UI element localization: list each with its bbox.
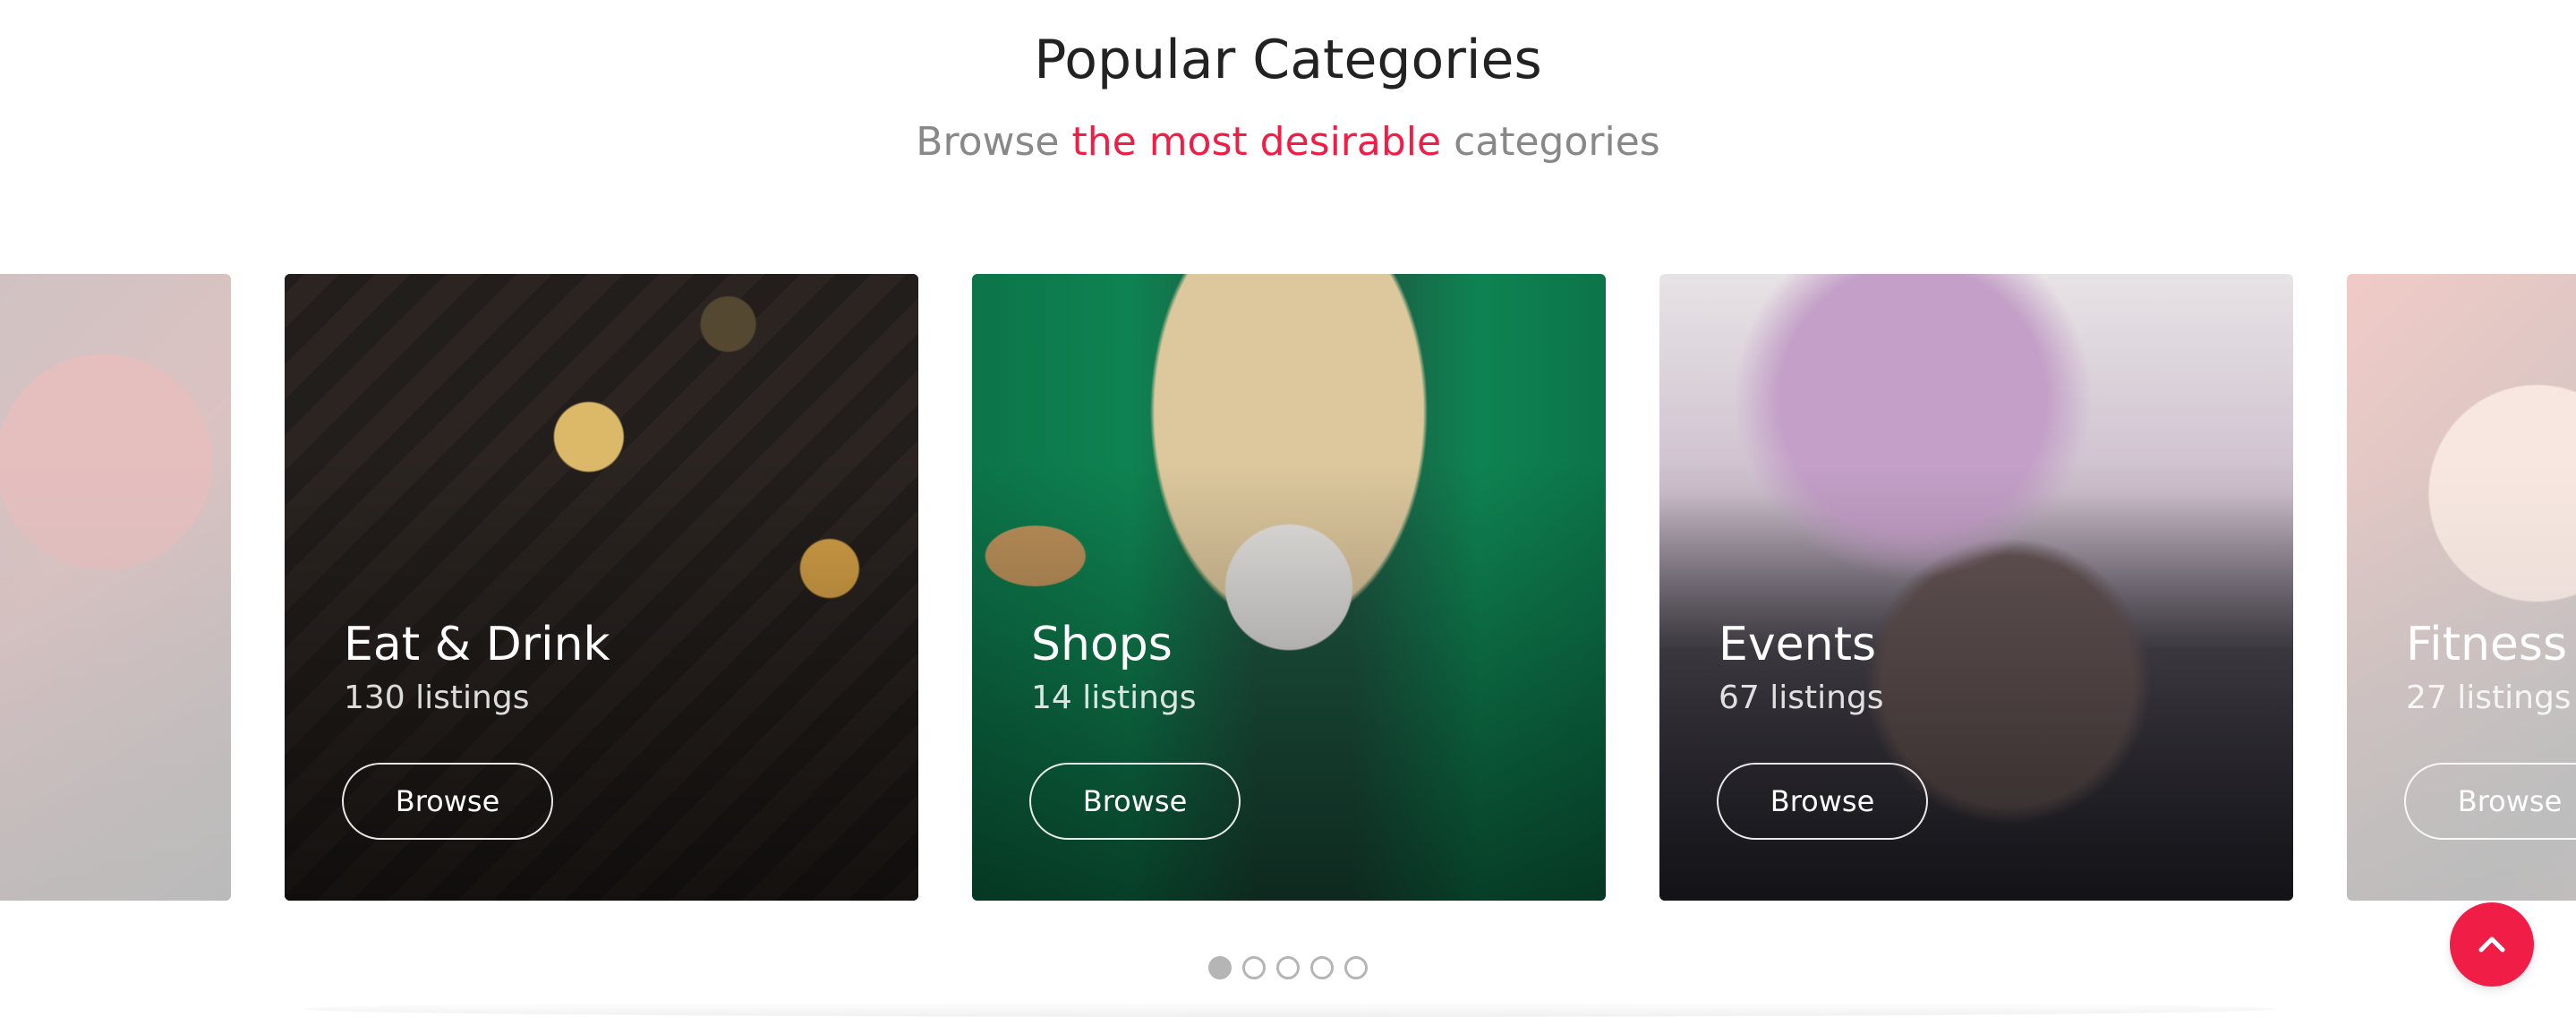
scroll-to-top-button[interactable] <box>2450 902 2534 987</box>
browse-button[interactable]: Browse <box>2404 763 2576 840</box>
section-heading: Popular Categories Browse the most desir… <box>0 20 2576 174</box>
subtitle-prefix: Browse <box>916 119 1060 165</box>
category-name: Events <box>1719 618 1877 671</box>
carousel-dot-4[interactable] <box>1310 956 1334 979</box>
listing-count: 67 listings <box>1719 679 1884 716</box>
card-content: Events 67 listings <box>1719 616 1884 720</box>
subtitle-highlight: the most desirable <box>1071 119 1442 165</box>
category-card-shops[interactable]: Shops 14 listings Browse <box>972 274 1606 901</box>
category-name: Shops <box>1031 618 1173 671</box>
carousel-dot-2[interactable] <box>1242 956 1266 979</box>
listing-count: 27 listings <box>2406 679 2572 716</box>
browse-button[interactable]: Browse <box>342 763 553 840</box>
browse-button[interactable]: Browse <box>1717 763 1928 840</box>
carousel-dot-5[interactable] <box>1344 956 1368 979</box>
listing-count: 130 listings <box>344 679 530 716</box>
category-name: Eat & Drink <box>344 618 610 671</box>
card-content: Shops 14 listings <box>1031 616 1197 720</box>
section-title: Popular Categories <box>1034 29 1542 91</box>
subtitle-suffix: categories <box>1454 119 1660 165</box>
browse-button[interactable]: Browse <box>1029 763 1241 840</box>
card-content: Eat & Drink 130 listings <box>344 616 610 720</box>
carousel-dot-3[interactable] <box>1276 956 1300 979</box>
category-card-eat-drink[interactable]: Eat & Drink 130 listings Browse <box>285 274 918 901</box>
category-card-fitness[interactable]: Fitness 27 listings Browse <box>2347 274 2576 901</box>
category-card-events[interactable]: Events 67 listings Browse <box>1659 274 2293 901</box>
section-subtitle: Browse the most desirable categories <box>0 111 2576 174</box>
section-divider-shadow <box>304 1001 2273 1017</box>
listing-count: 14 listings <box>1031 679 1197 716</box>
carousel-dot-1[interactable] <box>1208 956 1232 979</box>
popular-categories-section: Popular Categories Browse the most desir… <box>0 0 2576 1017</box>
carousel-pagination <box>0 956 2576 979</box>
category-name: Fitness <box>2406 618 2568 671</box>
chevron-up-icon <box>2478 936 2505 953</box>
category-card-partial-left[interactable] <box>0 274 231 901</box>
card-content: Fitness 27 listings <box>2406 616 2572 720</box>
